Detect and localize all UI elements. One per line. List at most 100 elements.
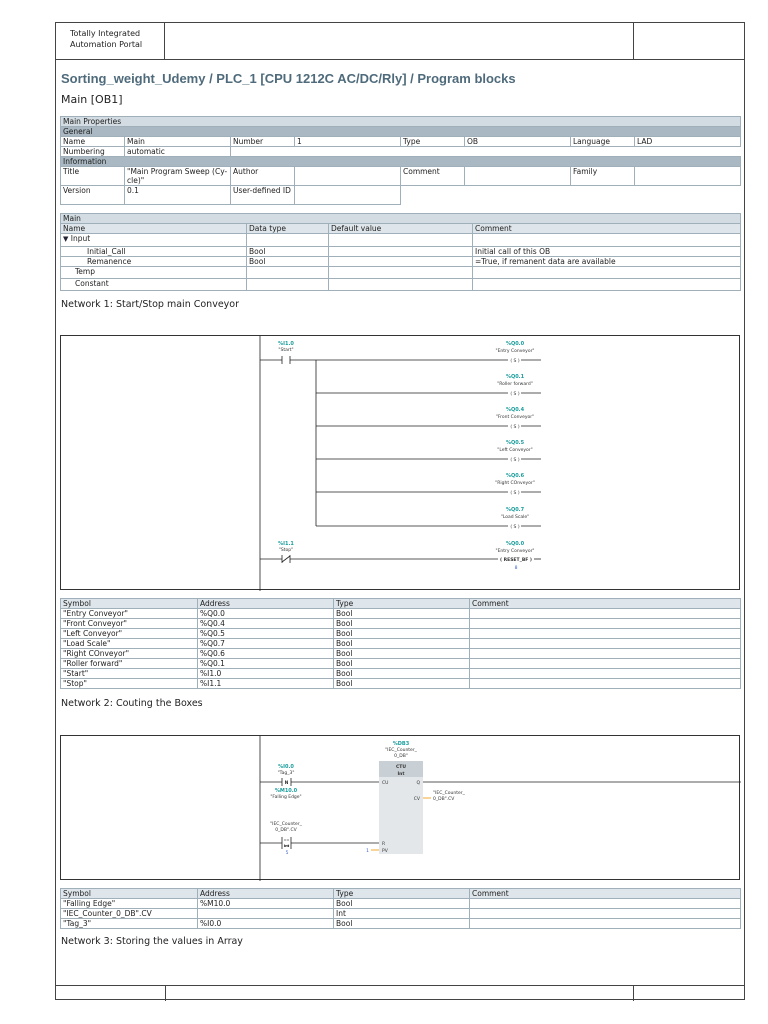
column-header: Type bbox=[333, 598, 470, 609]
stop-name: "Stop" bbox=[279, 547, 293, 553]
coil-address: %Q0.4 bbox=[506, 407, 525, 413]
coil-name: "Load Scale" bbox=[501, 514, 529, 520]
general-header: General bbox=[59, 126, 742, 137]
coil-address: %Q0.6 bbox=[506, 473, 525, 479]
interface-table: Main Name Data type Default value Comment ▼… bbox=[59, 213, 742, 291]
value: OB bbox=[464, 136, 571, 147]
set-coil-icon: ( S ) bbox=[510, 490, 519, 496]
cell: Bool bbox=[333, 668, 470, 679]
header-divider bbox=[633, 22, 634, 59]
column-header: Address bbox=[197, 598, 334, 609]
value: LAD bbox=[633, 136, 742, 147]
label: Type bbox=[400, 136, 465, 147]
value: "Main Program Sweep (Cy-cle)" bbox=[124, 166, 231, 186]
set-coil-icon: ( S ) bbox=[510, 358, 519, 364]
coil-address: %Q0.5 bbox=[506, 440, 525, 446]
network2-symbols-table: Symbol Address Type Comment "Falling Edge"%… bbox=[60, 888, 741, 929]
value: 0.1 bbox=[124, 185, 231, 205]
compare-value: 5 bbox=[286, 850, 289, 856]
table-row: Temp bbox=[60, 266, 742, 279]
pin-r: R bbox=[382, 841, 385, 847]
cell: Bool bbox=[333, 618, 470, 629]
page-footer bbox=[55, 985, 745, 1001]
value: automatic bbox=[124, 146, 231, 157]
reset-name: "Entry Conveyor" bbox=[496, 548, 535, 554]
table-row: "Falling Edge" %M10.0 Bool bbox=[60, 898, 741, 909]
cell: Bool bbox=[333, 678, 470, 689]
reset-bf-coil-icon: ( RESET_BF ) bbox=[500, 557, 532, 563]
cv-output: "IEC_Counter_ bbox=[433, 790, 466, 796]
db-name: "IEC_Counter_ bbox=[385, 747, 418, 753]
properties-table: Main Properties General Name Main Number 1 T… bbox=[59, 116, 742, 205]
pin-cu: CU bbox=[382, 780, 388, 786]
pin-q: Q bbox=[416, 780, 420, 786]
set-coil-icon: ( S ) bbox=[510, 524, 519, 530]
column-header: Comment bbox=[471, 223, 742, 234]
cell: "IEC_Counter_0_DB".CV bbox=[60, 908, 198, 919]
compare-name: 0_DB".CV bbox=[275, 827, 297, 833]
row-type: Bool bbox=[246, 256, 329, 267]
table-row: "IEC_Counter_0_DB".CV Int bbox=[60, 908, 741, 919]
block-type: Int bbox=[397, 771, 405, 777]
portal-line2: Automation Portal bbox=[70, 40, 143, 49]
cell: "Entry Conveyor" bbox=[60, 608, 198, 619]
table-row: Remanence Bool =True, if remanent data are… bbox=[60, 256, 742, 267]
network1-diagram: %I1.0 "Start" %Q0.0 "Entry Conveyor"( S )… bbox=[60, 335, 740, 591]
label: Family bbox=[570, 166, 635, 186]
row-type: Bool bbox=[246, 246, 329, 257]
column-header: Name bbox=[60, 223, 247, 234]
row-comment: =True, if remanent data are available bbox=[471, 256, 742, 267]
start-address: %I1.0 bbox=[278, 341, 294, 347]
network2-title: Network 2: Couting the Boxes bbox=[61, 698, 203, 709]
table-row: "Left Conveyor" %Q0.5 Bool bbox=[60, 628, 741, 639]
cell: %Q0.6 bbox=[197, 648, 334, 659]
row-name: Remanence bbox=[60, 256, 247, 267]
coil-name: "Right COnveyor" bbox=[495, 480, 535, 486]
cell: "Left Conveyor" bbox=[60, 628, 198, 639]
properties-title: Main Properties bbox=[59, 116, 742, 127]
coil-name: "Left Conveyor" bbox=[497, 447, 532, 453]
ladder-network1: %I1.0 "Start" %Q0.0"Entry Conveyor"( S )… bbox=[259, 336, 541, 591]
column-header: Default value bbox=[328, 223, 473, 234]
network1-title: Network 1: Start/Stop main Conveyor bbox=[61, 299, 240, 310]
db-name: 0_DB" bbox=[394, 753, 408, 759]
cv-output: 0_DB".CV bbox=[433, 796, 455, 802]
cell: Bool bbox=[333, 898, 470, 909]
table-row: "Front Conveyor" %Q0.4 Bool bbox=[60, 618, 741, 629]
cell: Bool bbox=[333, 918, 470, 929]
cell: %Q0.7 bbox=[197, 638, 334, 649]
portal-name: Totally Integrated Automation Portal bbox=[55, 22, 165, 59]
row-comment: Initial call of this OB bbox=[471, 246, 742, 257]
column-header: Comment bbox=[469, 888, 741, 899]
set-coil-icon: ( S ) bbox=[510, 424, 519, 430]
footer-divider bbox=[633, 986, 634, 1001]
edge-name: "Falling Edge" bbox=[270, 794, 301, 800]
cell: %Q0.1 bbox=[197, 658, 334, 669]
collapse-triangle-icon[interactable]: ▼ bbox=[63, 235, 68, 243]
table-row: "Right COnveyor" %Q0.6 Bool bbox=[60, 648, 741, 659]
ladder-network2: %DB3 "IEC_Counter_ 0_DB" CTU Int CU Q CV… bbox=[259, 736, 741, 881]
column-header: Symbol bbox=[60, 888, 198, 899]
column-header: Type bbox=[333, 888, 470, 899]
cell: Bool bbox=[333, 628, 470, 639]
table-row: "Entry Conveyor" %Q0.0 Bool bbox=[60, 608, 741, 619]
pv-value: 1 bbox=[366, 848, 369, 854]
coil-1: %Q0.1"Roller forward" ( S ) bbox=[497, 374, 533, 397]
table-row: Constant bbox=[60, 278, 742, 291]
table-row: "Load Scale" %Q0.7 Bool bbox=[60, 638, 741, 649]
n-name: "Tag_3" bbox=[278, 770, 295, 776]
column-header: Symbol bbox=[60, 598, 198, 609]
network2-diagram: %DB3 "IEC_Counter_ 0_DB" CTU Int CU Q CV… bbox=[60, 735, 741, 881]
network1-symbols-table: Symbol Address Type Comment "Entry Conveyor… bbox=[60, 598, 741, 689]
label: Number bbox=[230, 136, 295, 147]
cell: Bool bbox=[333, 638, 470, 649]
cell: %I0.0 bbox=[197, 918, 334, 929]
coil-name: "Front Conveyor" bbox=[496, 414, 534, 420]
coil-5: %Q0.7"Load Scale" ( S ) bbox=[501, 507, 529, 530]
label: User-defined ID bbox=[230, 185, 295, 205]
row-name: Input bbox=[70, 234, 91, 244]
cell bbox=[197, 908, 334, 919]
table-row: "Start" %I1.0 Bool bbox=[60, 668, 741, 679]
cell: "Roller forward" bbox=[60, 658, 198, 669]
compare-op: == bbox=[284, 838, 290, 842]
